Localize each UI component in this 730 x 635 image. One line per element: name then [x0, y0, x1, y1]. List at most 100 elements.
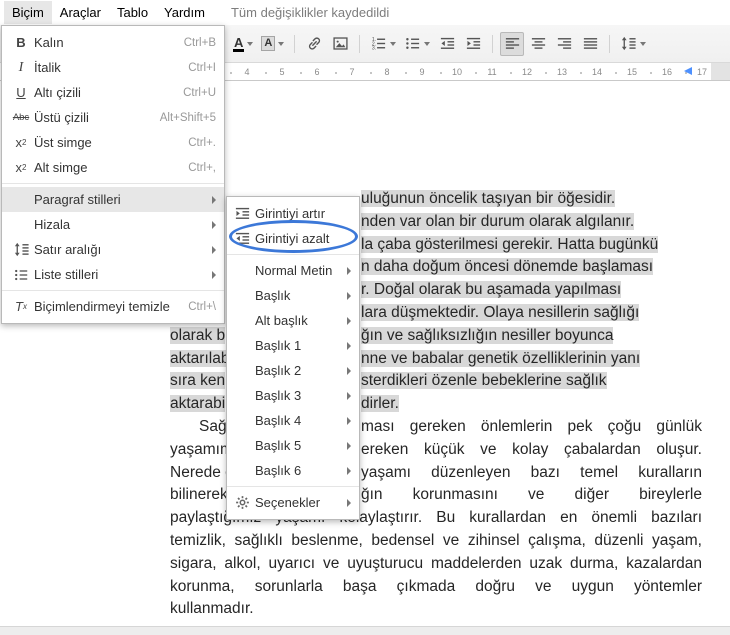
- menu-item-shortcut: Ctrl+,: [188, 161, 216, 174]
- doc-text: uluğunun öncelik taşıyan bir öğesidir.: [361, 190, 616, 207]
- menu-item-label: Normal Metin: [255, 263, 333, 278]
- menu-yardim[interactable]: Yardım: [156, 1, 213, 24]
- doc-text: nden var olan bir durum olarak algılanır…: [361, 213, 635, 230]
- ruler-tick: [544, 72, 547, 74]
- doc-line[interactable]: lara düşmektedir. Olaya nesillerin sağlı…: [361, 301, 640, 324]
- menu-item-bicimlendirmeyi-temizle[interactable]: Tx Biçimlendirmeyi temizle Ctrl+\: [2, 294, 224, 319]
- submenu-item-baslik-4[interactable]: Başlık 4: [227, 408, 359, 433]
- doc-line[interactable]: r. Doğal olarak bu aşamada yapılması: [361, 278, 622, 301]
- ruler-number: 9: [419, 67, 425, 77]
- menu-item-ust-simge[interactable]: x 2 Üst simge Ctrl+.: [2, 130, 224, 155]
- right-indent-marker[interactable]: [684, 67, 692, 75]
- align-right-button[interactable]: [552, 32, 576, 56]
- doc-line[interactable]: kullanmadır.: [170, 597, 702, 620]
- menu-item-label: Başlık: [255, 288, 291, 303]
- doc-line[interactable]: ğın korunmasını ve diğer bireylerle: [361, 483, 702, 506]
- doc-text: nne ve babalar genetik özelliklerinin ya…: [361, 350, 641, 367]
- doc-text: kullanmadır.: [170, 600, 254, 617]
- submenu-arrow-icon: [212, 220, 216, 229]
- submenu-item-baslik-6[interactable]: Başlık 6: [227, 458, 359, 483]
- dropdown-caret-icon: [390, 41, 397, 46]
- menu-item-paragraf-stilleri[interactable]: Paragraf stilleri: [2, 187, 224, 212]
- doc-text: lara düşmektedir. Olaya nesillerin sağlı…: [361, 304, 640, 321]
- doc-line[interactable]: nne ve babalar genetik özelliklerinin ya…: [361, 347, 641, 370]
- ruler-tick: [649, 72, 652, 74]
- menu-item-italik[interactable]: I İtalik Ctrl+I: [2, 55, 224, 80]
- insert-image-button[interactable]: [328, 32, 352, 56]
- ruler-number: 13: [556, 67, 568, 77]
- text-color-button[interactable]: A: [230, 32, 256, 56]
- ruler-number: 17: [696, 67, 708, 77]
- increase-indent-button[interactable]: [461, 32, 485, 56]
- doc-text: r. Doğal olarak bu aşamada yapılması: [361, 281, 622, 298]
- menu-bicim[interactable]: Biçim: [4, 1, 52, 24]
- menu-araclar[interactable]: Araçlar: [52, 1, 109, 24]
- save-status[interactable]: Tüm değişiklikler kaydedildi: [231, 5, 389, 20]
- doc-line[interactable]: yaşamı düzenleyen bazı temel kuralların: [361, 461, 702, 484]
- menu-item-kalin[interactable]: B Kalın Ctrl+B: [2, 30, 224, 55]
- numbered-list-icon: 1. 2. 3.: [370, 35, 387, 52]
- submenu-item-baslik[interactable]: Başlık: [227, 283, 359, 308]
- menu-item-ustu-cizili[interactable]: Abc Üstü çizili Alt+Shift+5: [2, 105, 224, 130]
- toolbar-separator: [609, 34, 611, 53]
- insert-link-button[interactable]: [302, 32, 326, 56]
- menubar: Biçim Araçlar Tablo Yardım Tüm değişiklikle…: [0, 0, 730, 25]
- submenu-item-baslik-1[interactable]: Başlık 1: [227, 333, 359, 358]
- ruler-right-margin-area: [711, 63, 730, 80]
- doc-text: aktarabi: [170, 395, 226, 412]
- doc-line[interactable]: aktarılab: [170, 347, 230, 370]
- menu-item-alt-simge[interactable]: x 2 Alt simge Ctrl+,: [2, 155, 224, 180]
- doc-line[interactable]: nden var olan bir durum olarak algılanır…: [361, 210, 635, 233]
- doc-line[interactable]: la çaba gösterilmesi gerekir. Hatta bugü…: [361, 233, 659, 256]
- menu-item-liste-stilleri[interactable]: Liste stilleri: [2, 262, 224, 287]
- toolbar-separator: [294, 34, 296, 53]
- submenu-item-baslik-5[interactable]: Başlık 5: [227, 433, 359, 458]
- ruler-tick: [229, 72, 232, 74]
- menu-item-hizala[interactable]: Hizala: [2, 212, 224, 237]
- doc-line[interactable]: korunma, sorunlarla başa çıkmada doğru v…: [170, 575, 702, 598]
- doc-text: yaşamı düzenleyen bazı temel kuralların: [361, 464, 702, 481]
- doc-text: sıra ken: [170, 372, 226, 389]
- doc-text: temizlik, sağlıklı beslenme, bedensel ve…: [170, 532, 702, 549]
- submenu-item-alt-baslik[interactable]: Alt başlık: [227, 308, 359, 333]
- doc-line[interactable]: olarak b: [170, 324, 226, 347]
- doc-line[interactable]: ğın ve sağlıksızlığın nesiller boyunca: [361, 324, 614, 347]
- bulleted-list-button[interactable]: [401, 32, 433, 56]
- dropdown-caret-icon: [247, 41, 254, 46]
- doc-line[interactable]: aktarabi: [170, 392, 226, 415]
- submenu-arrow-icon: [212, 270, 216, 279]
- decrease-indent-button[interactable]: [435, 32, 459, 56]
- align-center-button[interactable]: [526, 32, 550, 56]
- doc-line[interactable]: sigara, alkol, uyarıcı ve uyuşturucu mad…: [170, 552, 702, 575]
- bold-icon: B: [16, 35, 26, 50]
- doc-line[interactable]: uluğunun öncelik taşıyan bir öğesidir.: [361, 187, 616, 210]
- google-docs-window: Biçim Araçlar Tablo Yardım Tüm değişiklikle…: [0, 0, 730, 635]
- numbered-list-button[interactable]: 1. 2. 3.: [367, 32, 399, 56]
- menu-separator: [227, 486, 359, 487]
- submenu-item-normal-metin[interactable]: Normal Metin: [227, 258, 359, 283]
- line-spacing-button[interactable]: [617, 32, 649, 56]
- doc-line[interactable]: temizlik, sağlıklı beslenme, bedensel ve…: [170, 529, 702, 552]
- submenu-item-secenekler[interactable]: Seçenekler: [227, 490, 359, 515]
- ruler-number: 12: [521, 67, 533, 77]
- doc-line[interactable]: dirler.: [361, 392, 399, 415]
- doc-line[interactable]: sterdikleri özenle bebeklerine sağlık: [361, 369, 607, 392]
- submenu-arrow-icon: [347, 291, 351, 300]
- doc-line[interactable]: ereken küçük ve kolay çabalardan oluşur.: [361, 438, 702, 461]
- submenu-item-baslik-2[interactable]: Başlık 2: [227, 358, 359, 383]
- highlight-color-button[interactable]: A: [258, 32, 287, 56]
- align-left-button[interactable]: [500, 31, 525, 56]
- menu-item-alti-cizili[interactable]: U Altı çizili Ctrl+U: [2, 80, 224, 105]
- ruler-tick: [334, 72, 337, 74]
- submenu-item-baslik-3[interactable]: Başlık 3: [227, 383, 359, 408]
- ruler-tick: [439, 72, 442, 74]
- doc-line[interactable]: sıra ken: [170, 369, 226, 392]
- menu-tablo[interactable]: Tablo: [109, 1, 156, 24]
- doc-line[interactable]: ması gereken önlemlerin pek çoğu günlük: [361, 415, 702, 438]
- ruler-number: 14: [591, 67, 603, 77]
- doc-line[interactable]: n daha doğum öncesi dönemde başlaması: [361, 255, 654, 278]
- align-justify-button[interactable]: [578, 32, 602, 56]
- ruler-number: 15: [626, 67, 638, 77]
- menu-item-satir-araligi[interactable]: Satır aralığı: [2, 237, 224, 262]
- increase-indent-icon: [233, 205, 251, 222]
